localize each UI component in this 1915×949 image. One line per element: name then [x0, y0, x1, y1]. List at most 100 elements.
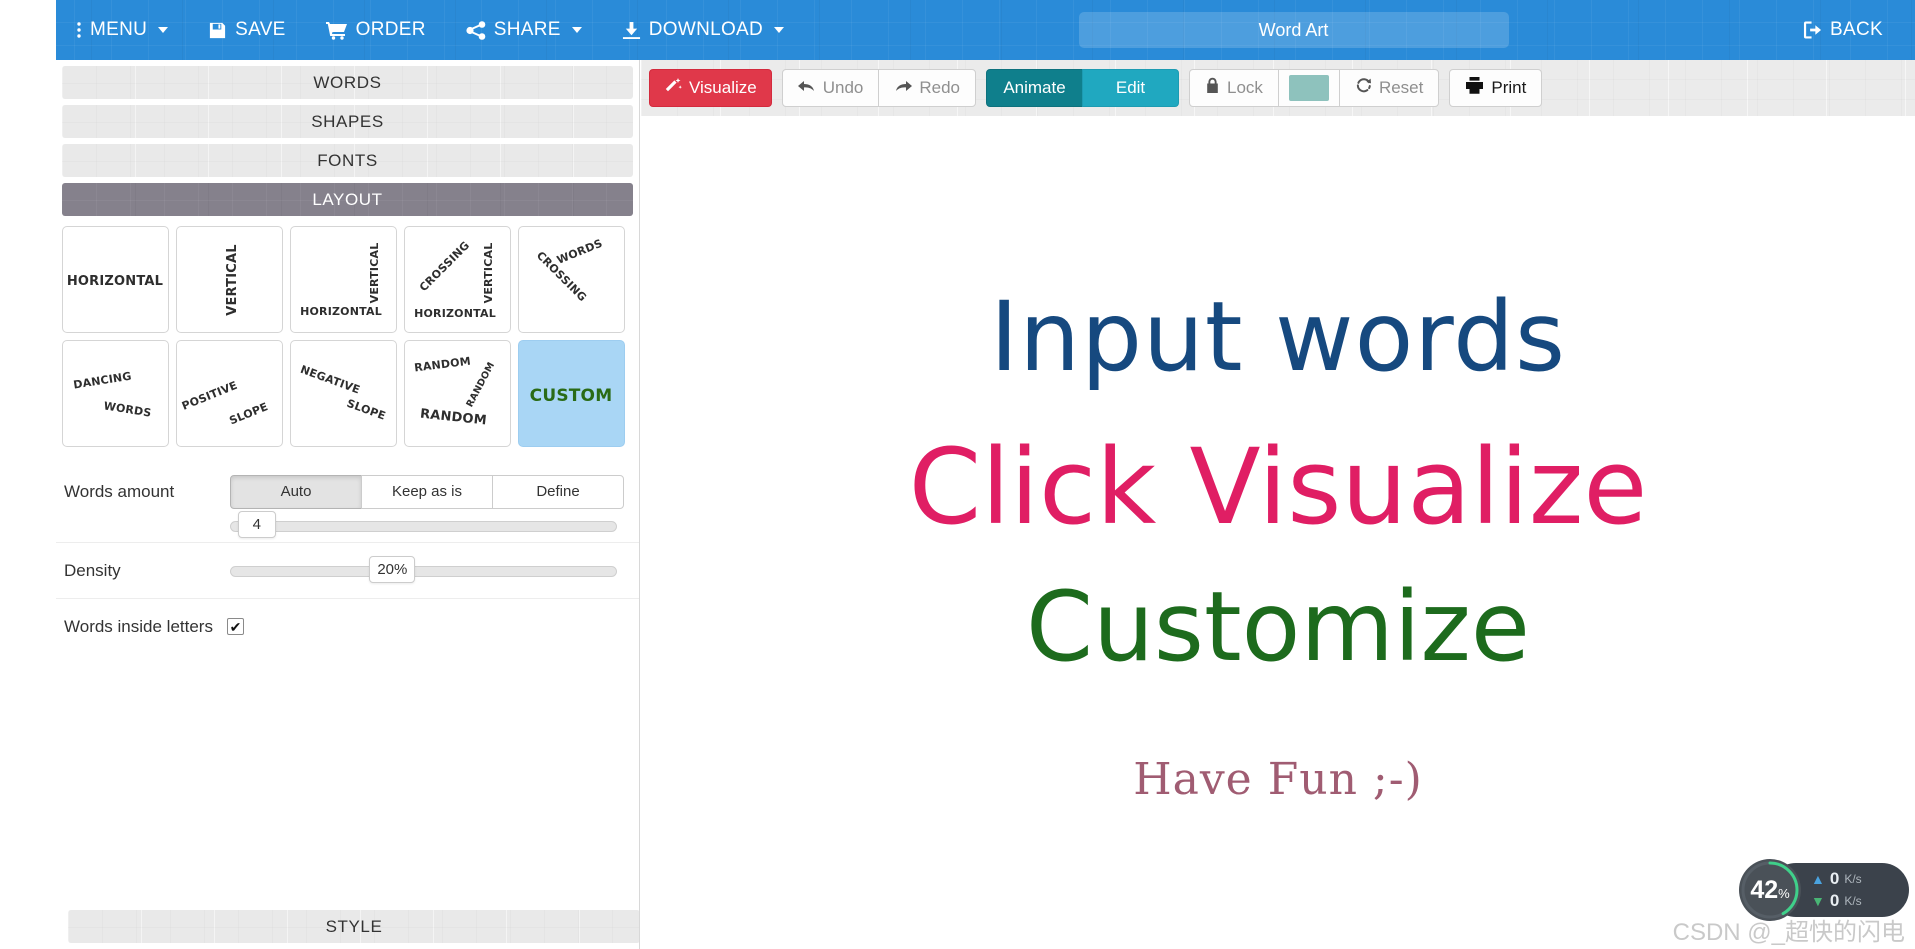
svg-text:VERTICAL: VERTICAL: [482, 243, 495, 304]
density-slider[interactable]: 20%: [230, 555, 617, 583]
document-title-input[interactable]: Word Art: [1078, 12, 1509, 48]
cpu-percent-number: 42: [1750, 875, 1779, 904]
cpu-usage-value: 42%: [1750, 876, 1789, 905]
left-sidebar: WORDS SHAPES FONTS LAYOUT HORIZONTAL VER…: [56, 60, 640, 949]
svg-text:SLOPE: SLOPE: [345, 397, 387, 423]
svg-text:WORDS: WORDS: [555, 237, 604, 267]
layout-option-crossing-words[interactable]: WORDS CROSSING: [518, 226, 625, 333]
visualize-button[interactable]: Visualize: [649, 69, 772, 107]
back-label: BACK: [1830, 19, 1883, 40]
layout-option-crossing-vertical[interactable]: VERTICAL HORIZONTAL CROSSING: [404, 226, 511, 333]
color-swatch-button[interactable]: [1277, 69, 1340, 107]
svg-text:RANDOM: RANDOM: [419, 407, 487, 429]
app-root: MENU SAVE ORDER SHARE DOWNLOAD Word Art …: [0, 0, 1915, 949]
sidebar-section-fonts[interactable]: FONTS: [62, 144, 633, 177]
canvas-line-1[interactable]: Input words: [641, 281, 1915, 393]
upload-speed-value: 0: [1829, 869, 1840, 888]
layout-option-custom[interactable]: CUSTOM: [518, 340, 625, 447]
print-label: Print: [1491, 78, 1527, 97]
svg-text:DANCING: DANCING: [72, 370, 132, 392]
sidebar-section-shapes[interactable]: SHAPES: [62, 105, 633, 138]
words-amount-define-button[interactable]: Define: [492, 474, 624, 509]
layout-thumbnail-grid: HORIZONTAL VERTICAL VERTICAL HORIZONTAL: [56, 226, 639, 447]
share-button[interactable]: SHARE: [446, 0, 602, 60]
words-inside-letters-row: Words inside letters ✔: [56, 598, 639, 654]
shopping-cart-icon: [325, 21, 348, 40]
checkmark-icon: ✔: [229, 618, 242, 635]
visualize-label: Visualize: [689, 78, 757, 97]
lock-reset-group: Lock Reset: [1189, 69, 1440, 107]
print-button[interactable]: Print: [1449, 69, 1543, 107]
svg-text:HORIZONTAL: HORIZONTAL: [414, 307, 496, 320]
layout-option-dancing-words[interactable]: DANCING WORDS: [62, 340, 169, 447]
redo-label: Redo: [919, 78, 961, 97]
back-button[interactable]: BACK: [1783, 0, 1903, 60]
lock-button[interactable]: Lock: [1189, 69, 1279, 107]
layout-option-vertical[interactable]: VERTICAL: [176, 226, 283, 333]
words-amount-auto-button[interactable]: Auto: [230, 474, 362, 509]
density-slider-handle[interactable]: 20%: [369, 555, 416, 583]
svg-text:POSITIVE: POSITIVE: [180, 379, 239, 413]
reset-circular-arrow-icon: [1355, 77, 1372, 99]
canvas-line-4[interactable]: Have Fun ;-): [641, 754, 1915, 805]
sidebar-section-layout[interactable]: LAYOUT: [62, 183, 633, 216]
undo-button[interactable]: Undo: [781, 69, 880, 107]
canvas-line-3[interactable]: Customize: [641, 571, 1915, 683]
color-swatch[interactable]: [1288, 75, 1329, 101]
svg-text:CUSTOM: CUSTOM: [530, 386, 613, 406]
layout-panel-body: HORIZONTAL VERTICAL VERTICAL HORIZONTAL: [56, 216, 639, 654]
sidebar-section-words[interactable]: WORDS: [62, 66, 633, 99]
svg-text:HORIZONTAL: HORIZONTAL: [67, 274, 163, 289]
menu-button[interactable]: MENU: [56, 0, 188, 60]
word-art-canvas[interactable]: Input words Click Visualize Customize Ha…: [641, 116, 1915, 949]
edit-label: Edit: [1115, 78, 1146, 97]
download-label: DOWNLOAD: [648, 19, 764, 40]
layout-option-negative-slope[interactable]: NEGATIVE SLOPE: [290, 340, 397, 447]
layout-option-random[interactable]: RANDOM RANDOM RANDOM: [404, 340, 511, 447]
share-nodes-icon: [466, 20, 486, 40]
chevron-down-icon: [158, 27, 169, 33]
svg-text:VERTICAL: VERTICAL: [225, 244, 240, 316]
exit-arrow-icon: [1803, 21, 1822, 39]
canvas-toolbar: Visualize Undo Redo Animate Edit Lock Re…: [641, 60, 1915, 116]
layout-option-positive-slope[interactable]: POSITIVE SLOPE: [176, 340, 283, 447]
download-speed-unit: K/s: [1844, 894, 1862, 908]
download-button[interactable]: DOWNLOAD: [602, 0, 804, 60]
words-amount-slider-handle[interactable]: 4: [237, 511, 276, 538]
words-amount-slider[interactable]: 4: [230, 511, 617, 538]
redo-button[interactable]: Redo: [878, 69, 977, 107]
animate-edit-group: Animate Edit: [986, 69, 1180, 107]
right-area: Visualize Undo Redo Animate Edit Lock Re…: [641, 60, 1915, 949]
words-inside-letters-checkbox[interactable]: ✔: [226, 618, 244, 635]
printer-icon: [1465, 77, 1484, 99]
svg-text:RANDOM: RANDOM: [414, 355, 472, 375]
menu-label: MENU: [90, 19, 148, 40]
upload-arrow-icon: ▲: [1811, 871, 1825, 887]
save-button[interactable]: SAVE: [188, 0, 305, 60]
svg-text:WORDS: WORDS: [103, 399, 152, 419]
reset-label: Reset: [1378, 78, 1424, 97]
animate-button[interactable]: Animate: [986, 69, 1084, 107]
upload-speed-row: ▲ 0 K/s: [1811, 868, 1909, 890]
floppy-disk-icon: [208, 21, 227, 40]
words-amount-label: Words amount: [64, 481, 175, 501]
sidebar-section-style[interactable]: STYLE: [68, 910, 639, 943]
words-amount-keep-button[interactable]: Keep as is: [361, 474, 493, 509]
chevron-down-icon: [571, 27, 582, 33]
layout-option-crossing[interactable]: VERTICAL HORIZONTAL: [290, 226, 397, 333]
download-speed-row: ▼ 0 K/s: [1811, 890, 1909, 912]
slider-track: [230, 565, 617, 577]
watermark-text: CSDN @_超快的闪电: [1672, 919, 1905, 946]
words-inside-letters-label: Words inside letters: [64, 616, 213, 636]
magic-wand-icon: [664, 77, 682, 100]
canvas-line-2[interactable]: Click Visualize: [641, 426, 1915, 548]
redo-arrow-icon: [894, 78, 913, 98]
lock-icon: [1205, 77, 1220, 99]
share-label: SHARE: [493, 19, 561, 40]
order-button[interactable]: ORDER: [306, 0, 446, 60]
edit-button[interactable]: Edit: [1082, 69, 1180, 107]
svg-text:RANDOM: RANDOM: [464, 361, 497, 410]
layout-option-horizontal[interactable]: HORIZONTAL: [62, 226, 169, 333]
reset-button[interactable]: Reset: [1338, 69, 1440, 107]
svg-text:SLOPE: SLOPE: [227, 400, 269, 427]
